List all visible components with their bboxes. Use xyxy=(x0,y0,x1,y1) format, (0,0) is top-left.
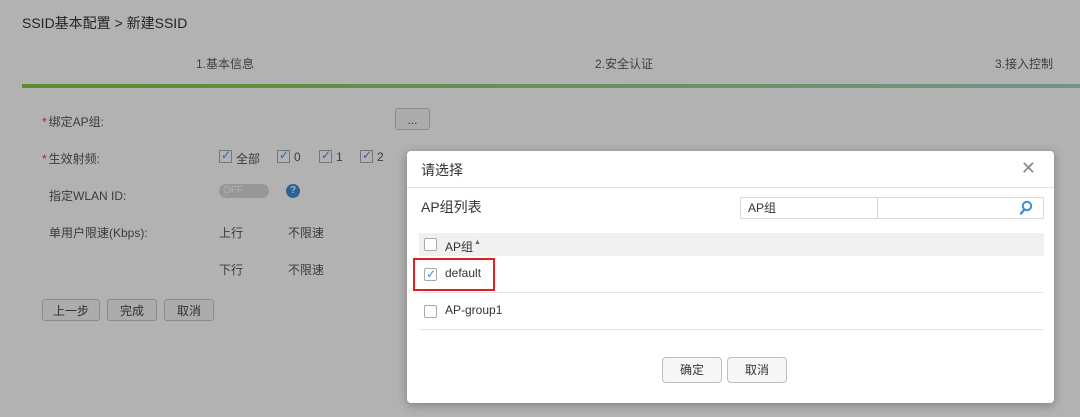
select-all-checkbox[interactable] xyxy=(424,238,437,251)
table-row[interactable]: default xyxy=(419,256,1044,293)
close-icon[interactable]: ✕ xyxy=(1021,158,1036,179)
row-ap-group-name: AP-group1 xyxy=(445,303,503,317)
table-row[interactable]: AP-group1 xyxy=(419,293,1044,330)
select-ap-group-dialog: 请选择 ✕ AP组列表 AP组 AP组 ▲ default AP-group1 … xyxy=(407,151,1054,403)
search-icon[interactable] xyxy=(1019,199,1037,217)
dialog-header: 请选择 ✕ xyxy=(407,151,1054,188)
selection-highlight-box xyxy=(413,258,495,291)
ap-group-list-title: AP组列表 xyxy=(421,199,482,215)
table-header: AP组 ▲ xyxy=(419,233,1044,256)
column-header-ap-group[interactable]: AP组 xyxy=(445,238,473,255)
dialog-cancel-button[interactable]: 取消 xyxy=(727,357,787,383)
row-checkbox[interactable] xyxy=(424,305,437,318)
sort-asc-icon[interactable]: ▲ xyxy=(474,239,481,246)
search-field-select[interactable]: AP组 xyxy=(740,197,878,219)
dialog-title: 请选择 xyxy=(421,162,463,178)
confirm-button[interactable]: 确定 xyxy=(662,357,722,383)
